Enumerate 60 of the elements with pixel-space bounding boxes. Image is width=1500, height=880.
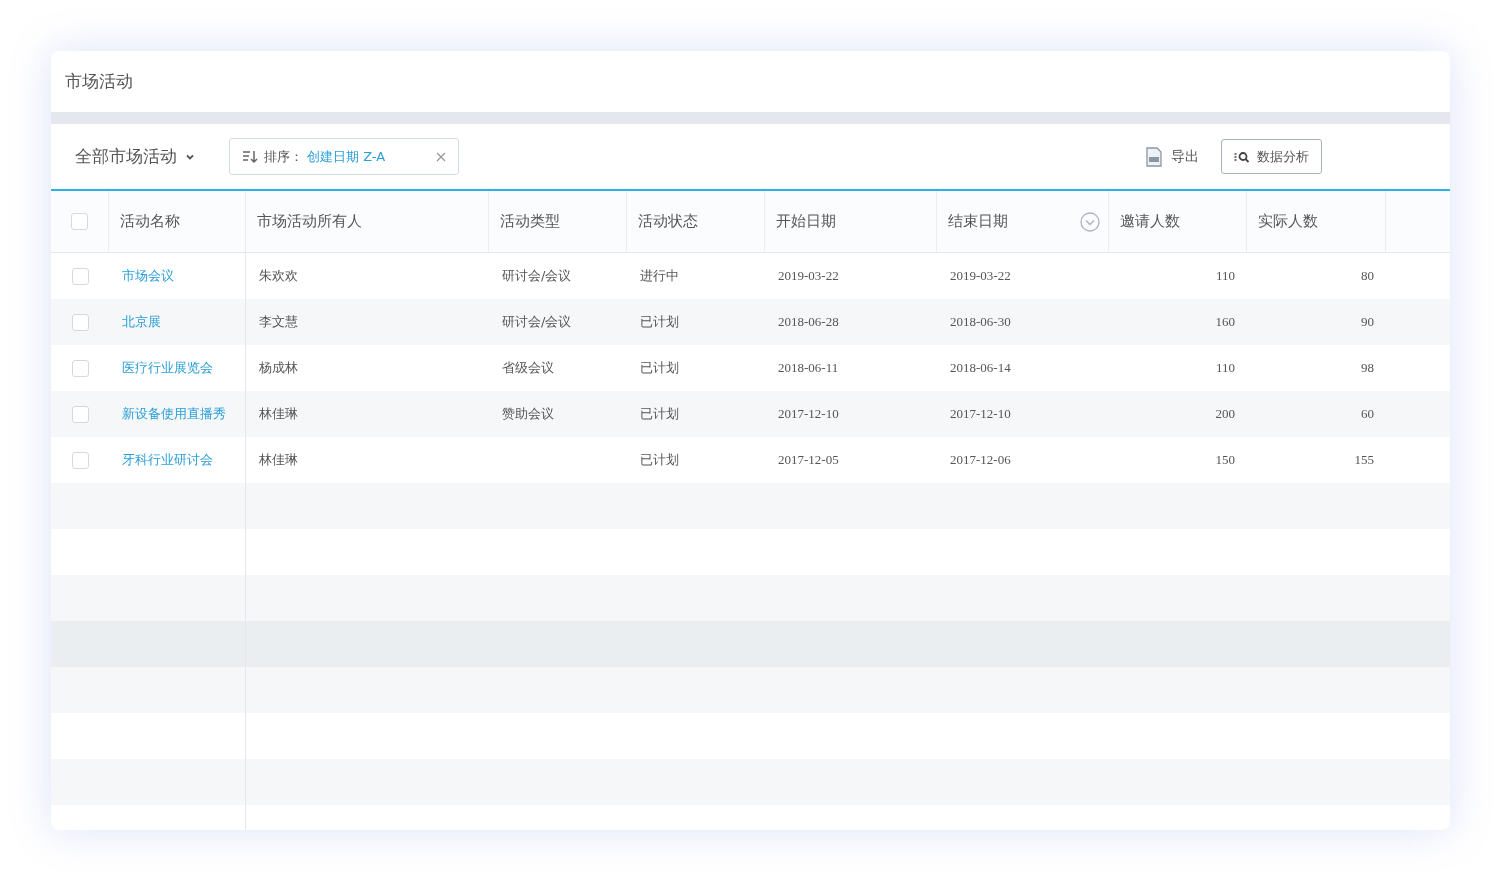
table-cell-text: 2018-06-14: [950, 359, 1011, 378]
table-cell-text: 研讨会/会议: [502, 267, 572, 286]
column-header[interactable]: 开始日期: [776, 210, 836, 233]
column-header[interactable]: 邀请人数: [1120, 210, 1180, 233]
table-cell-text: 林佳琳: [259, 451, 298, 470]
table-cell-text: 200: [1215, 405, 1235, 424]
table-cell-text: 2019-03-22: [950, 267, 1011, 286]
table-cell-text: 150: [1215, 451, 1235, 470]
table-cell-text: 160: [1215, 313, 1235, 332]
table-cell-text: 已计划: [640, 451, 679, 470]
column-header[interactable]: 市场活动所有人: [257, 210, 362, 233]
spreadsheet-file-icon: [1145, 146, 1163, 167]
table-cell-text: 60: [1361, 405, 1374, 424]
table-cell-text: 已计划: [640, 405, 679, 424]
table-cell-text: 进行中: [640, 267, 679, 286]
page-title: 市场活动: [65, 69, 133, 93]
search-icon: [1234, 150, 1250, 163]
sort-label: 排序：: [264, 147, 303, 166]
export-button[interactable]: 导出: [1145, 146, 1199, 167]
checkbox[interactable]: [71, 267, 89, 285]
checkbox[interactable]: [71, 213, 88, 230]
table-cell-text: 2017-12-06: [950, 451, 1011, 470]
column-header[interactable]: 实际人数: [1258, 210, 1318, 233]
sort-icon: [242, 149, 258, 164]
close-icon[interactable]: [436, 151, 446, 162]
table-cell-text: 155: [1354, 451, 1374, 470]
checkbox[interactable]: [71, 451, 89, 469]
checkbox[interactable]: [71, 313, 89, 331]
sort-value: 创建日期 Z-A: [307, 147, 386, 166]
table-cell-text: 98: [1361, 359, 1374, 378]
analysis-button[interactable]: 数据分析: [1221, 139, 1322, 174]
table-cell-text: 2019-03-22: [778, 267, 839, 286]
table-cell-text: 110: [1215, 267, 1235, 286]
table-cell-text: 90: [1361, 313, 1374, 332]
table-cell-text: 2017-12-10: [950, 405, 1011, 424]
table-cell-text: 2018-06-30: [950, 313, 1011, 332]
column-header[interactable]: 结束日期: [948, 210, 1008, 233]
table-cell-text: 80: [1361, 267, 1374, 286]
sort-chip[interactable]: 排序： 创建日期 Z-A: [229, 138, 459, 175]
column-header[interactable]: 活动名称: [120, 210, 180, 233]
chevron-circle-icon[interactable]: [1080, 211, 1100, 232]
table-cell-text: 省级会议: [502, 359, 554, 378]
table-cell-text: 已计划: [640, 359, 679, 378]
table-cell-text: 2017-12-10: [778, 405, 839, 424]
checkbox[interactable]: [71, 359, 89, 377]
table-cell-text: 110: [1215, 359, 1235, 378]
column-header[interactable]: 活动状态: [638, 210, 698, 233]
table-cell-text: 杨成林: [259, 359, 298, 378]
table-cell-text: 研讨会/会议: [502, 313, 572, 332]
checkbox[interactable]: [71, 405, 89, 423]
column-header[interactable]: 活动类型: [500, 210, 560, 233]
table-cell-text: 林佳琳: [259, 405, 298, 424]
table-cell-text: 已计划: [640, 313, 679, 332]
table-cell-text: 赞助会议: [502, 405, 554, 424]
table-cell-text: 2018-06-28: [778, 313, 839, 332]
table-cell-text: 2018-06-11: [778, 359, 839, 378]
view-selector[interactable]: 全部市场活动: [75, 143, 195, 170]
table-cell-text: 2017-12-05: [778, 451, 839, 470]
table-cell-text: 朱欢欢: [259, 267, 298, 286]
table-cell-text: 李文慧: [259, 313, 298, 332]
